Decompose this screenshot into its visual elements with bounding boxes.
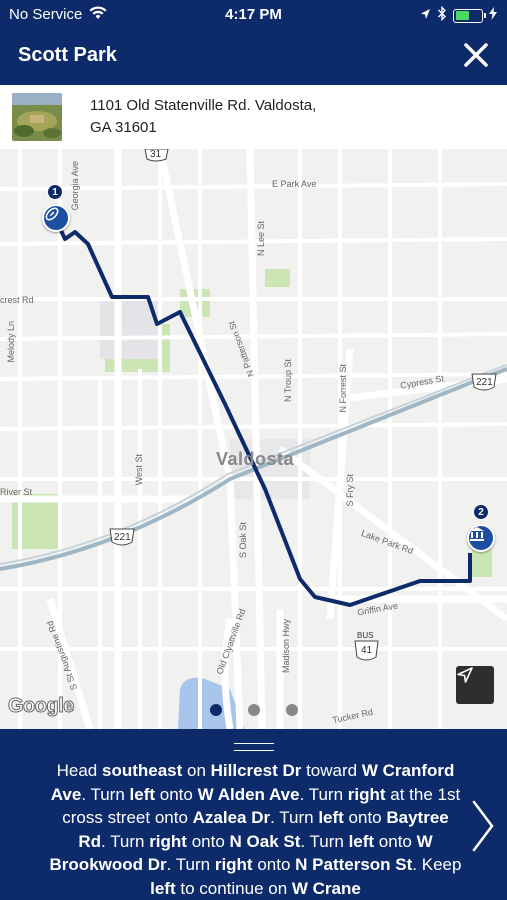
- directions-fragment: toward: [301, 761, 362, 780]
- directions-keyword: Hillcrest Dr: [210, 761, 302, 780]
- directions-fragment: onto: [252, 855, 296, 874]
- carousel-dot-1[interactable]: [210, 704, 222, 716]
- close-button[interactable]: [461, 40, 491, 70]
- close-icon: [464, 43, 488, 67]
- us-221-label-west: 221: [114, 532, 131, 543]
- nav-bar: Scott Park: [0, 28, 507, 85]
- street-n-lee-st: N Lee St: [256, 221, 266, 257]
- location-thumbnail: [12, 93, 62, 141]
- directions-keyword: right: [149, 831, 187, 851]
- directions-text: Head southeast on Hillcrest Dr toward W …: [48, 759, 463, 900]
- map-view[interactable]: 31 221 221 BUS 41 E Park Ave Georgia Ave…: [0, 149, 507, 729]
- directions-fragment: on: [182, 761, 211, 780]
- directions-fragment: onto: [186, 831, 230, 851]
- street-madison-hwy: Madison Hwy: [281, 619, 291, 674]
- directions-fragment: onto: [155, 784, 198, 804]
- street-s-oak-st: S Oak St: [238, 522, 248, 559]
- street-melody-ln: Melody Ln: [6, 321, 16, 363]
- directions-fragment: . Turn: [299, 784, 348, 804]
- my-location-button[interactable]: [456, 666, 494, 704]
- directions-fragment: . Turn: [101, 831, 150, 851]
- us-221-label-east: 221: [476, 377, 493, 388]
- street-georgia-ave: Georgia Ave: [70, 161, 80, 211]
- directions-fragment: onto: [374, 831, 417, 851]
- directions-keyword: southeast: [101, 761, 183, 780]
- carousel-dot-2[interactable]: [248, 704, 260, 716]
- directions-keyword: W Crane: [291, 878, 361, 898]
- address-line-1: 1101 Old Statenville Rd. Valdosta,: [90, 97, 317, 114]
- directions-keyword: left: [318, 808, 344, 827]
- status-bar: No Service 4:17 PM: [0, 0, 507, 28]
- us-31-label: 31: [150, 149, 162, 160]
- battery-icon: [453, 8, 486, 23]
- page-title: Scott Park: [18, 44, 117, 66]
- map-canvas: [0, 149, 507, 729]
- directions-fragment: . Keep: [412, 855, 462, 874]
- city-label: Valdosta: [216, 449, 295, 469]
- directions-fragment: . Turn: [166, 855, 215, 874]
- battery-level: [455, 11, 470, 20]
- directions-fragment: Head: [56, 761, 102, 780]
- drag-handle-icon[interactable]: [234, 743, 274, 751]
- football-icon: [45, 207, 59, 221]
- street-s-fry-st: S Fry St: [345, 474, 355, 507]
- marker-2-badge: 2: [473, 504, 489, 520]
- directions-keyword: left: [129, 784, 156, 804]
- location-arrow-icon: [420, 7, 431, 24]
- navigation-arrow-icon: [457, 667, 473, 683]
- directions-fragment: onto: [343, 808, 387, 827]
- street-n-troup-st: N Troup St: [283, 359, 293, 403]
- directions-keyword: right: [214, 855, 253, 874]
- street-n-forrest-st: N Forrest St: [338, 364, 348, 413]
- marker-1-badge: 1: [47, 184, 63, 200]
- directions-fragment: . Turn: [81, 784, 130, 804]
- bluetooth-icon: [437, 5, 447, 25]
- map-marker-2[interactable]: [467, 524, 495, 552]
- bus-route-label: BUS: [357, 631, 374, 640]
- charging-bolt-icon: [489, 7, 497, 24]
- museum-icon: [470, 527, 484, 541]
- directions-keyword: N Patterson St: [295, 855, 413, 874]
- street-river-st: River St: [0, 487, 33, 497]
- directions-keyword: W Alden Ave: [197, 784, 300, 804]
- street-e-park-ave: E Park Ave: [272, 179, 317, 189]
- google-attribution: Google: [8, 695, 75, 718]
- address-line-2: GA 31601: [90, 119, 157, 136]
- directions-fragment: . Turn: [270, 808, 319, 827]
- carousel-pagination: [210, 704, 298, 716]
- chevron-right-icon: [472, 800, 494, 852]
- address-row[interactable]: 1101 Old Statenville Rd. Valdosta, GA 31…: [0, 85, 507, 149]
- directions-panel: Head southeast on Hillcrest Dr toward W …: [0, 729, 507, 900]
- directions-keyword: left: [150, 878, 176, 898]
- directions-keyword: Azalea Dr: [192, 808, 271, 827]
- carousel-dot-3[interactable]: [286, 704, 298, 716]
- directions-keyword: right: [347, 784, 386, 804]
- us-41-label: 41: [361, 645, 373, 656]
- street-west-st: West St: [134, 454, 144, 486]
- street-crest-rd: crest Rd: [0, 295, 34, 305]
- directions-keyword: N Oak St: [229, 831, 301, 851]
- directions-fragment: to continue on: [175, 878, 292, 898]
- directions-keyword: left: [348, 831, 375, 851]
- directions-fragment: . Turn: [300, 831, 349, 851]
- next-step-button[interactable]: [470, 799, 496, 853]
- map-marker-1[interactable]: [42, 204, 70, 232]
